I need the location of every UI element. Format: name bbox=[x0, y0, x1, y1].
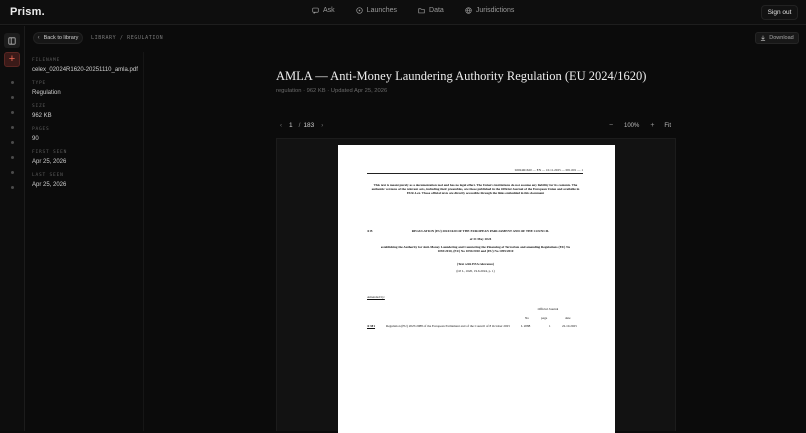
nav-ask[interactable]: Ask bbox=[312, 7, 335, 14]
download-label: Download bbox=[769, 35, 794, 41]
back-to-library-button[interactable]: ‹ Back to library bbox=[33, 32, 83, 44]
download-icon bbox=[761, 35, 766, 41]
zoom-in-button[interactable]: + bbox=[646, 120, 658, 131]
page-navigator: ‹ 1 / 183 › bbox=[276, 119, 327, 132]
sign-out-button[interactable]: Sign out bbox=[761, 5, 798, 20]
rail-item-dot[interactable] bbox=[11, 81, 14, 84]
document-title: AMLA — Anti-Money Laundering Authority R… bbox=[276, 69, 647, 83]
add-button[interactable]: + bbox=[4, 52, 20, 67]
pdf-oj-ref: (OJ L, 1620, 19.6.2024, p. 1) bbox=[456, 269, 495, 273]
sidebar-icon bbox=[8, 36, 16, 45]
nav-data-label: Data bbox=[429, 7, 444, 14]
nav-jurisdictions[interactable]: Jurisdictions bbox=[465, 7, 515, 14]
breadcrumb-bar: ‹ Back to library LIBRARY / REGULATION D… bbox=[26, 26, 806, 52]
total-pages: 183 bbox=[303, 122, 315, 129]
pdf-header: 02024R1620 — EN — 10.11.2025 — 001.001 —… bbox=[514, 168, 583, 172]
meta-value-filename: celex_02024R1620-20251110_amla.pdf bbox=[32, 67, 138, 73]
pdf-establishing: establishing the Authority for Anti-Mone… bbox=[380, 245, 571, 253]
rail-item-dot[interactable] bbox=[11, 156, 14, 159]
nav-jurisdictions-label: Jurisdictions bbox=[475, 7, 515, 14]
metadata-panel: FILENAME celex_02024R1620-20251110_amla.… bbox=[26, 52, 144, 431]
pdf-viewer[interactable]: 02024R1620 — EN — 10.11.2025 — 001.001 —… bbox=[276, 138, 676, 433]
pdf-col-no: No bbox=[525, 316, 530, 320]
rail-item-dot[interactable] bbox=[11, 186, 14, 189]
nav-launches[interactable]: Launches bbox=[356, 7, 397, 14]
prev-page-button[interactable]: ‹ bbox=[276, 121, 286, 131]
document-subtitle: regulation · 962 KB · Updated Apr 25, 20… bbox=[276, 88, 388, 94]
pdf-row-date: 22.10.2025 bbox=[562, 324, 577, 328]
nav-ask-label: Ask bbox=[323, 7, 335, 14]
meta-label-filename: FILENAME bbox=[32, 58, 61, 63]
rail-item-dot[interactable] bbox=[11, 111, 14, 114]
nav-launches-label: Launches bbox=[366, 7, 398, 14]
pdf-row-page: 1 bbox=[549, 324, 551, 328]
zoom-level: 100% bbox=[624, 122, 640, 129]
rail-item-dot[interactable] bbox=[11, 96, 14, 99]
pdf-amended-by: Amended by: bbox=[367, 295, 385, 299]
plus-icon: + bbox=[8, 53, 16, 65]
chevron-left-icon: ‹ bbox=[280, 122, 282, 129]
pdf-row-text: Regulation (EU) 2025/2088 of the Europea… bbox=[386, 324, 510, 328]
chat-icon bbox=[312, 7, 319, 14]
meta-value-first-seen: Apr 25, 2026 bbox=[32, 159, 67, 165]
meta-label-size: SIZE bbox=[32, 104, 47, 109]
zoom-controls: − 100% + Fit bbox=[605, 119, 671, 132]
pdf-col-page: page bbox=[541, 316, 548, 320]
back-label: Back to library bbox=[43, 35, 79, 41]
rail-item-dot[interactable] bbox=[11, 171, 14, 174]
rocket-icon bbox=[356, 7, 363, 14]
page-separator: / bbox=[298, 122, 301, 129]
meta-label-pages: PAGES bbox=[32, 127, 50, 132]
chevron-left-icon: ‹ bbox=[37, 35, 40, 41]
meta-label-type: TYPE bbox=[32, 81, 47, 86]
pdf-marker: ►B bbox=[367, 229, 373, 233]
main-nav: Ask Launches Data Jurisdictions bbox=[312, 7, 535, 14]
current-page[interactable]: 1 bbox=[289, 122, 293, 129]
meta-value-pages: 90 bbox=[32, 136, 39, 142]
pdf-page: 02024R1620 — EN — 10.11.2025 — 001.001 —… bbox=[338, 145, 615, 433]
rail-item-dot[interactable] bbox=[11, 126, 14, 129]
brand-logo[interactable]: Prism. bbox=[10, 6, 45, 18]
fit-button[interactable]: Fit bbox=[664, 123, 671, 129]
left-rail: + bbox=[0, 26, 25, 431]
meta-label-last-seen: LAST SEEN bbox=[32, 173, 64, 178]
meta-label-first-seen: FIRST SEEN bbox=[32, 150, 68, 155]
pdf-regulation-title: REGULATION (EU) 2024/1620 OF THE EUROPEA… bbox=[411, 229, 550, 233]
folder-icon bbox=[418, 8, 425, 14]
nav-data[interactable]: Data bbox=[418, 7, 444, 14]
pdf-oj-head: Official Journal bbox=[537, 307, 559, 311]
meta-value-size: 962 KB bbox=[32, 113, 52, 119]
rail-item-dot[interactable] bbox=[11, 141, 14, 144]
pdf-rule bbox=[367, 173, 583, 174]
globe-icon bbox=[465, 7, 472, 14]
next-page-button[interactable]: › bbox=[317, 121, 327, 131]
pdf-row-marker[interactable]: ►M1 bbox=[367, 324, 375, 328]
pdf-disclaimer: This text is meant purely as a documenta… bbox=[371, 183, 580, 195]
pdf-col-date: date bbox=[565, 316, 571, 320]
chevron-right-icon: › bbox=[321, 122, 324, 129]
breadcrumb: LIBRARY / REGULATION bbox=[91, 35, 164, 41]
zoom-out-button[interactable]: − bbox=[605, 120, 617, 131]
meta-value-last-seen: Apr 25, 2026 bbox=[32, 182, 67, 188]
meta-value-type: Regulation bbox=[32, 90, 61, 96]
pdf-eea: (Text with EEA relevance) bbox=[457, 262, 494, 266]
download-button[interactable]: Download bbox=[755, 32, 799, 44]
pdf-row-no: L 2088 bbox=[521, 324, 531, 328]
sidebar-toggle-button[interactable] bbox=[4, 33, 20, 48]
pdf-date: of 31 May 2024 bbox=[469, 237, 492, 241]
top-bar: Prism. Ask Launches Data Jurisdictions S… bbox=[0, 0, 806, 25]
